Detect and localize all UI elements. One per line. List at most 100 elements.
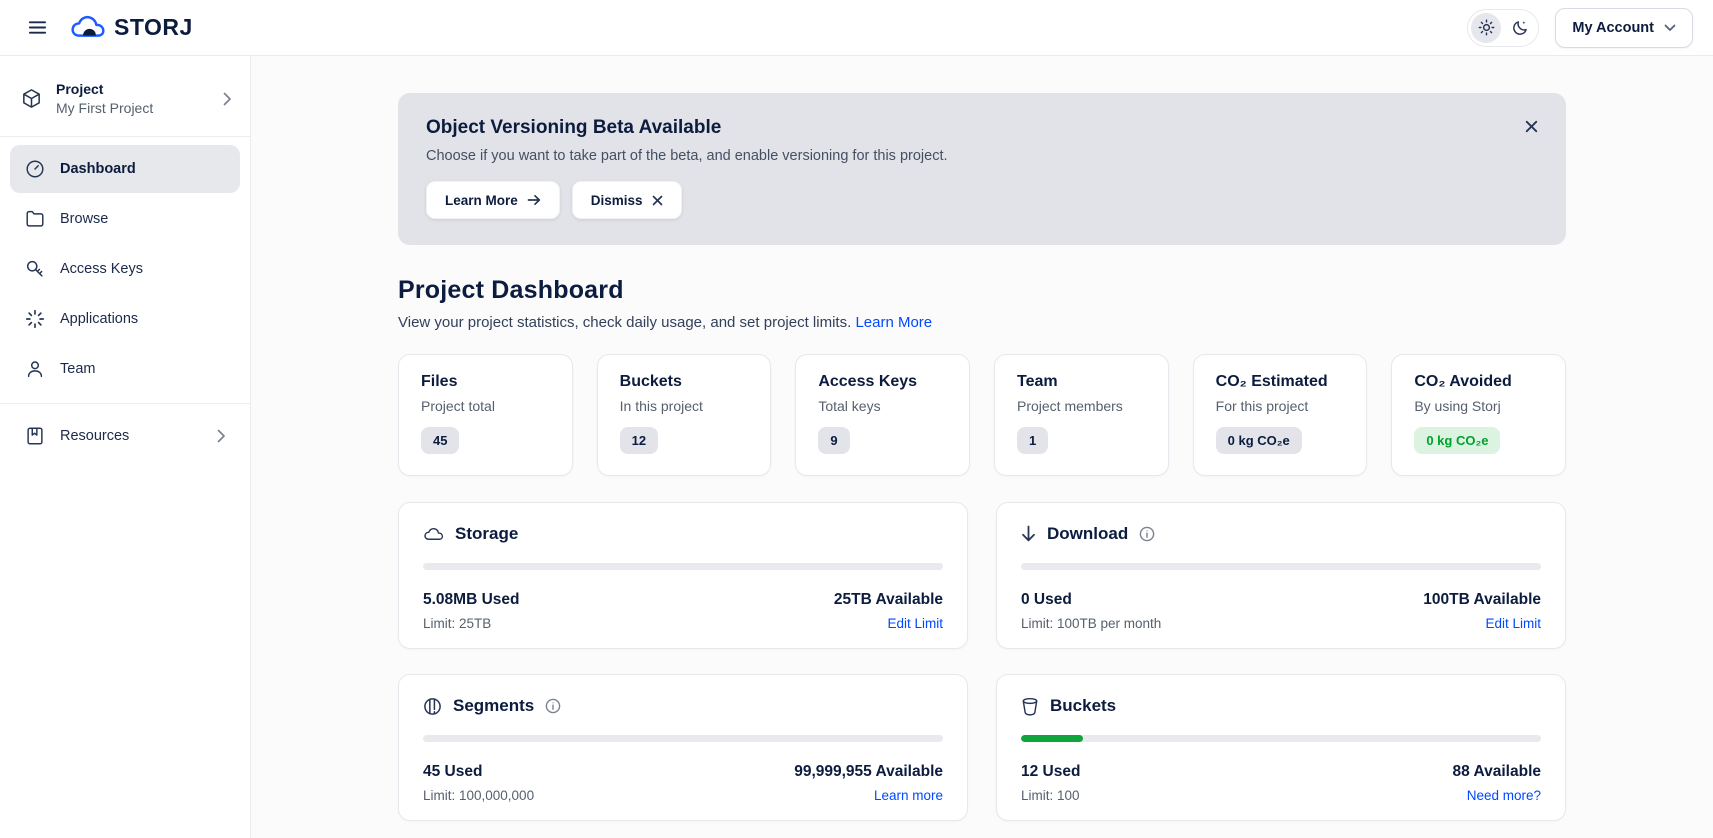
usage-card-storage: Storage 5.08MB Used 25TB Available Limit… <box>398 502 968 649</box>
sidebar-item-resources[interactable]: Resources <box>10 412 240 460</box>
download-progress-bar <box>1021 563 1541 570</box>
storj-cloud-icon <box>70 14 106 41</box>
storage-edit-limit-link[interactable]: Edit Limit <box>887 616 943 631</box>
menu-icon[interactable] <box>20 11 54 45</box>
stat-card-files: Files Project total 45 <box>398 354 573 476</box>
sidebar-item-applications[interactable]: Applications <box>10 295 240 343</box>
brand-name: STORJ <box>114 14 193 41</box>
buckets-limit: Limit: 100 <box>1021 788 1080 803</box>
light-mode-button[interactable] <box>1471 13 1501 43</box>
project-selector[interactable]: Project My First Project <box>0 66 250 134</box>
sidebar-item-label: Dashboard <box>60 161 136 177</box>
stat-subtitle: For this project <box>1216 398 1345 414</box>
dismiss-button[interactable]: Dismiss <box>572 181 682 219</box>
usage-card-buckets: Buckets 12 Used 88 Available Limit: 100 … <box>996 674 1566 821</box>
sidebar-divider <box>0 136 250 137</box>
my-account-button[interactable]: My Account <box>1555 8 1693 48</box>
sidebar-item-label: Team <box>60 361 95 377</box>
x-icon <box>652 195 663 206</box>
stat-card-co2-avoided: CO₂ Avoided By using Storj 0 kg CO₂e <box>1391 354 1566 476</box>
stat-value-badge: 12 <box>620 427 658 454</box>
dark-mode-button[interactable] <box>1505 13 1535 43</box>
sidebar-item-dashboard[interactable]: Dashboard <box>10 145 240 193</box>
page-subtitle-text: View your project statistics, check dail… <box>398 314 851 331</box>
top-header: STORJ <box>0 0 1713 56</box>
download-limit: Limit: 100TB per month <box>1021 616 1161 631</box>
buckets-need-more-link[interactable]: Need more? <box>1467 788 1541 803</box>
info-icon[interactable] <box>1139 526 1155 542</box>
sidebar-item-browse[interactable]: Browse <box>10 195 240 243</box>
stat-title: Team <box>1017 373 1146 391</box>
stat-subtitle: Total keys <box>818 398 947 414</box>
banner-description: Choose if you want to take part of the b… <box>426 148 1538 164</box>
chevron-down-icon <box>1664 24 1676 32</box>
theme-toggle <box>1467 9 1539 47</box>
stat-subtitle: In this project <box>620 398 749 414</box>
moon-icon <box>1512 19 1529 36</box>
usage-title: Segments <box>453 696 534 716</box>
learn-more-button[interactable]: Learn More <box>426 181 560 219</box>
project-label: Project <box>56 80 153 99</box>
sidebar: Project My First Project Dashboard Br <box>0 56 251 838</box>
segments-limit: Limit: 100,000,000 <box>423 788 534 803</box>
usage-title: Storage <box>455 524 518 544</box>
stat-title: Files <box>421 373 550 391</box>
banner-close-button[interactable] <box>1518 113 1544 139</box>
usage-title: Download <box>1047 524 1128 544</box>
stat-value-badge: 0 kg CO₂e <box>1414 427 1500 454</box>
storage-available: 25TB Available <box>834 591 943 609</box>
stat-subtitle: By using Storj <box>1414 398 1543 414</box>
usage-card-download: Download 0 Used 100TB Available <box>996 502 1566 649</box>
stat-value-badge: 1 <box>1017 427 1048 454</box>
segments-learn-more-link[interactable]: Learn more <box>874 788 943 803</box>
key-icon <box>24 258 46 280</box>
sidebar-item-team[interactable]: Team <box>10 345 240 393</box>
stats-row: Files Project total 45 Buckets In this p… <box>398 354 1566 476</box>
sidebar-item-label: Browse <box>60 211 108 227</box>
dismiss-label: Dismiss <box>591 193 643 208</box>
stat-title: Access Keys <box>818 373 947 391</box>
page-subtitle: View your project statistics, check dail… <box>398 314 1566 331</box>
arrow-right-icon <box>527 194 541 206</box>
stat-value-badge: 0 kg CO₂e <box>1216 427 1302 454</box>
stat-title: CO₂ Estimated <box>1216 373 1345 391</box>
versioning-banner: Object Versioning Beta Available Choose … <box>398 93 1566 245</box>
main-area: Object Versioning Beta Available Choose … <box>251 56 1713 838</box>
folder-icon <box>24 208 46 230</box>
storage-progress-bar <box>423 563 943 570</box>
sidebar-item-label: Access Keys <box>60 261 143 277</box>
stat-title: CO₂ Avoided <box>1414 373 1543 391</box>
chevron-right-icon <box>223 92 232 106</box>
bookmark-icon <box>24 425 46 447</box>
cube-icon <box>20 87 43 110</box>
buckets-used: 12 Used <box>1021 763 1080 781</box>
banner-title: Object Versioning Beta Available <box>426 117 1538 139</box>
stat-value-badge: 9 <box>818 427 849 454</box>
stat-card-access-keys: Access Keys Total keys 9 <box>795 354 970 476</box>
sidebar-item-label: Resources <box>60 428 129 444</box>
stat-card-team: Team Project members 1 <box>994 354 1169 476</box>
learn-more-link[interactable]: Learn More <box>855 314 932 331</box>
segments-used: 45 Used <box>423 763 482 781</box>
cloud-icon <box>423 526 444 542</box>
sidebar-divider <box>0 403 250 404</box>
download-used: 0 Used <box>1021 591 1072 609</box>
sidebar-item-access-keys[interactable]: Access Keys <box>10 245 240 293</box>
info-icon[interactable] <box>545 698 561 714</box>
sparkle-icon <box>24 308 46 330</box>
stat-subtitle: Project total <box>421 398 550 414</box>
my-account-label: My Account <box>1572 20 1654 36</box>
sidebar-item-label: Applications <box>60 311 138 327</box>
usage-card-segments: Segments 45 Used 99,999,955 Available <box>398 674 968 821</box>
close-icon <box>1525 120 1538 133</box>
usage-title: Buckets <box>1050 696 1116 716</box>
chevron-right-icon <box>217 429 226 443</box>
stat-value-badge: 45 <box>421 427 459 454</box>
segments-icon <box>423 697 442 716</box>
gauge-icon <box>24 158 46 180</box>
storj-logo[interactable]: STORJ <box>70 14 193 41</box>
download-available: 100TB Available <box>1423 591 1541 609</box>
buckets-available: 88 Available <box>1453 763 1541 781</box>
sun-icon <box>1478 19 1495 36</box>
download-edit-limit-link[interactable]: Edit Limit <box>1485 616 1541 631</box>
